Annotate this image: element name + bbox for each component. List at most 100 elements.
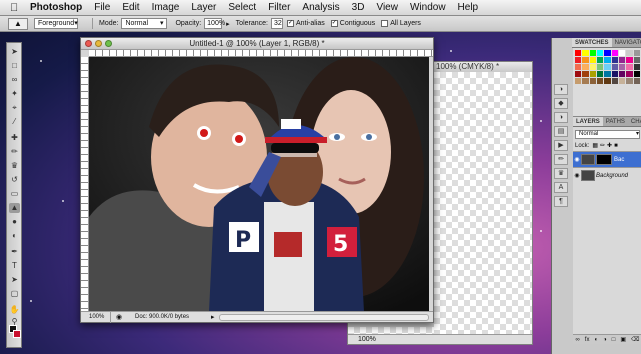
menu-3d[interactable]: 3D [352,2,365,13]
new-layer-icon[interactable]: ▣ [620,335,626,344]
menu-analysis[interactable]: Analysis [302,2,339,13]
mask-icon[interactable]: ◐ [594,335,598,344]
menu-help[interactable]: Help [458,2,479,13]
color-swatch[interactable] [597,78,604,84]
zoom-level[interactable]: 100% [81,311,111,323]
crop-tool-icon[interactable]: ⌖ [9,103,20,113]
color-swatch[interactable] [626,57,633,63]
color-swatch[interactable] [589,50,596,56]
type-tool-icon[interactable]: T [9,261,20,271]
character-icon[interactable]: A [554,182,568,193]
group-icon[interactable]: □ [612,335,616,344]
color-swatch[interactable] [611,50,618,56]
all-layers-checkbox[interactable]: All Layers [381,20,421,27]
tab-channels[interactable]: CHANN [628,117,641,126]
chevron-right-icon[interactable]: ▸ [226,20,230,28]
color-swatch[interactable] [619,57,626,63]
marquee-tool-icon[interactable]: □ [9,61,20,71]
magic-wand-tool-icon[interactable]: ✦ [9,89,20,99]
color-swatch[interactable] [575,50,582,56]
menu-view[interactable]: View [376,2,398,13]
color-swatch[interactable] [611,57,618,63]
color-swatch[interactable] [575,71,582,77]
color-swatch[interactable] [633,71,640,77]
blur-tool-icon[interactable]: ● [9,217,20,227]
antialias-checkbox[interactable]: ✓ Anti-alias [286,20,325,27]
minimize-button[interactable] [95,40,102,47]
lasso-tool-icon[interactable]: ∞ [9,75,20,85]
fill-source-select[interactable]: Foreground ▾ [34,18,78,29]
chevron-right-icon[interactable]: ▸ [211,313,215,321]
color-swatch[interactable] [604,71,611,77]
paint-bucket-icon[interactable]: ▲ [8,17,28,30]
color-swatch[interactable] [582,57,589,63]
brush-tool-icon[interactable]: ✏ [9,147,20,157]
color-swatch[interactable] [582,50,589,56]
color-swatch[interactable] [611,78,618,84]
horizontal-ruler[interactable] [89,50,433,57]
color-swatch[interactable] [597,64,604,70]
pen-tool-icon[interactable]: ✒ [9,247,20,257]
title-bar[interactable]: Untitled-1 @ 100% (Layer 1, RGB/8) * [81,38,433,50]
menu-layer[interactable]: Layer [191,2,216,13]
eye-icon[interactable]: ◉ [573,156,581,163]
link-icon[interactable]: ∞ [576,335,580,344]
history-icon[interactable]: ▤ [554,126,568,137]
color-swatch[interactable] [575,78,582,84]
opacity-field[interactable]: 100% [204,18,225,29]
color-swatch[interactable] [611,64,618,70]
clone-source-icon[interactable]: ♛ [554,168,568,179]
color-swatch[interactable] [589,71,596,77]
eraser-tool-icon[interactable]: ▭ [9,189,20,199]
color-swatch[interactable] [626,78,633,84]
transparent-canvas[interactable] [434,72,532,334]
history-brush-tool-icon[interactable]: ↺ [9,175,20,185]
tab-layers[interactable]: LAYERS [573,117,603,126]
path-selection-tool-icon[interactable]: ➤ [9,275,20,285]
color-swatch[interactable] [597,71,604,77]
menu-select[interactable]: Select [228,2,256,13]
color-swatch[interactable] [633,50,640,56]
styles-icon[interactable]: ◆ [554,98,568,109]
color-swatch[interactable] [619,50,626,56]
eyedropper-tool-icon[interactable]: ⁄ [9,117,20,127]
adjustment-layer-icon[interactable]: ◑ [603,335,607,344]
lock-transparency-icon[interactable]: ▦ [592,142,598,149]
hand-tool-icon[interactable]: ✋ [9,305,20,315]
shape-tool-icon[interactable]: ▢ [9,289,20,299]
tab-swatches[interactable]: SWATCHES [572,38,612,47]
photo-canvas[interactable]: P 5 [89,57,429,312]
lock-position-icon[interactable]: ✚ [607,142,612,149]
color-swatch[interactable] [619,78,626,84]
lock-pixels-icon[interactable]: ✏ [600,142,605,149]
menu-image[interactable]: Image [152,2,180,13]
color-swatch[interactable] [575,57,582,63]
color-swatch[interactable] [626,50,633,56]
color-swatch[interactable] [633,78,640,84]
layer-mask-thumbnail[interactable] [596,154,612,165]
color-swatch[interactable] [582,78,589,84]
contiguous-checkbox[interactable]: ✓ Contiguous [330,20,375,27]
menu-file[interactable]: File [94,2,110,13]
zoom-level[interactable]: 100% [358,336,376,343]
layer-row[interactable]: ◉ Bac [573,151,641,167]
color-swatch[interactable] [619,71,626,77]
color-swatch[interactable] [626,64,633,70]
color-swatch[interactable] [597,50,604,56]
menu-window[interactable]: Window [410,2,446,13]
color-swatch[interactable] [633,57,640,63]
globe-icon[interactable]: ◉ [114,313,124,321]
dodge-tool-icon[interactable]: ◐ [9,231,20,241]
color-swatch[interactable] [604,50,611,56]
color-swatch[interactable] [633,64,640,70]
color-swatch[interactable] [575,64,582,70]
healing-brush-tool-icon[interactable]: ✚ [9,133,20,143]
color-swatch[interactable] [619,64,626,70]
tab-navigator[interactable]: NAVIGATOR [612,38,641,47]
zoom-button[interactable] [105,40,112,47]
background-color-swatch[interactable] [13,330,21,338]
color-swatch[interactable] [589,57,596,63]
document-window[interactable]: Untitled-1 @ 100% (Layer 1, RGB/8) * P 5… [80,37,434,323]
trash-icon[interactable]: ⌫ [631,335,639,344]
apple-icon[interactable]:  [10,2,20,14]
